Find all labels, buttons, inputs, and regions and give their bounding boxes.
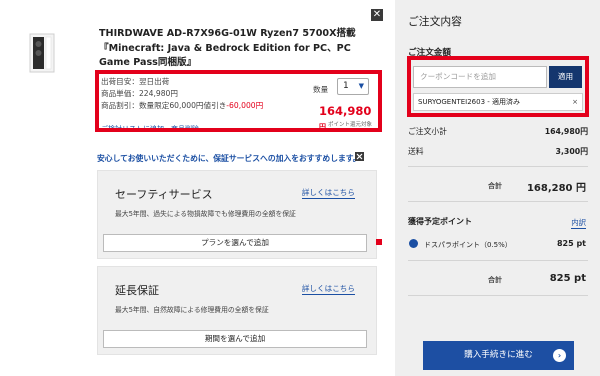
total-value: 168,280 円 bbox=[526, 183, 586, 194]
price-highlight-box: 出荷目安：翌日出荷 商品単価：224,980円 商品割引：数量限定60,000円… bbox=[95, 70, 382, 132]
chevron-down-icon: ▼ bbox=[358, 82, 364, 90]
points-breakdown-link[interactable]: 内訳 bbox=[571, 217, 586, 229]
safety-details-link[interactable]: 詳しくはこちら bbox=[301, 187, 355, 199]
subtotal-row: ご注文小計 164,980円 bbox=[408, 126, 588, 137]
checkout-modal: ✕ THIRDWAVE AD-R7X96G-01W Ryzen7 5700X搭載… bbox=[0, 0, 600, 376]
discount-line: 商品割引：数量限定60,000円値引き-60,000円 bbox=[101, 100, 263, 112]
chevron-right-icon: › bbox=[553, 349, 566, 362]
remove-coupon-icon[interactable]: × bbox=[572, 94, 578, 110]
unit-price: 商品単価：224,980円 bbox=[101, 89, 178, 98]
product-title: THIRDWAVE AD-R7X96G-01W Ryzen7 5700X搭載『M… bbox=[99, 28, 356, 68]
select-period-button[interactable]: 期間を選んで追加 bbox=[103, 330, 367, 348]
select-plan-button[interactable]: プランを選んで追加 bbox=[103, 234, 367, 252]
subtotal-value: 164,980円 bbox=[544, 127, 588, 136]
divider bbox=[408, 166, 588, 167]
apply-coupon-button[interactable]: 適用 bbox=[549, 66, 582, 88]
order-heading: ご注文内容 bbox=[408, 15, 462, 28]
points-total-value: 825 pt bbox=[549, 273, 586, 284]
safety-service-title: セーフティサービス bbox=[115, 188, 213, 201]
discount-value: -60,000円 bbox=[226, 101, 264, 110]
shipping-row: 送料 3,300円 bbox=[408, 146, 588, 157]
shipping-value: 3,300円 bbox=[555, 147, 588, 156]
price-unit: 円 bbox=[319, 123, 326, 131]
close-icon[interactable] bbox=[355, 152, 364, 161]
dospara-point-icon bbox=[409, 239, 418, 248]
red-marker bbox=[376, 239, 382, 245]
dospara-point-value: 825 pt bbox=[556, 239, 586, 248]
close-icon[interactable]: ✕ bbox=[371, 9, 383, 21]
divider bbox=[408, 295, 588, 296]
subtotal-label: ご注文小計 bbox=[408, 127, 447, 136]
warranty-title: 延長保証 bbox=[115, 284, 159, 297]
applied-coupon-code: SURYOGENTEI2603 - 適用済み bbox=[418, 98, 521, 106]
coupon-highlight-box: クーポンコードを追加 適用 SURYOGENTEI2603 - 適用済み × bbox=[407, 56, 589, 117]
cart-actions-link[interactable]: ご検討リストに追加 商品削除 bbox=[101, 124, 199, 128]
extended-warranty-card: 延長保証 詳しくはこちら 最大5年間、自然故障による修理費用の全額を保証 期間を… bbox=[97, 266, 377, 355]
safety-service-card: セーフティサービス 詳しくはこちら 最大5年間、過失による物損故障でも修理費用の… bbox=[97, 170, 377, 259]
points-total-label: 合計 bbox=[488, 276, 502, 284]
quantity-select[interactable]: 1 ▼ bbox=[337, 78, 369, 95]
shipping-label: 送料 bbox=[408, 147, 424, 156]
warranty-recommendation: 安心してお使いいただくために、保証サービスへの加入をおすすめします。 bbox=[97, 154, 361, 163]
divider bbox=[408, 260, 588, 261]
discount-label: 商品割引：数量限定60,000円値引き bbox=[101, 101, 227, 110]
warranty-desc: 最大5年間、自然故障による修理費用の全額を保証 bbox=[115, 306, 269, 314]
product-info: 出荷目安：翌日出荷 商品単価：224,980円 商品割引：数量限定60,000円… bbox=[101, 76, 263, 112]
warranty-details-link[interactable]: 詳しくはこちら bbox=[301, 283, 355, 295]
points-eligible-note: ポイント還元対象 bbox=[328, 122, 373, 128]
dospara-point-label: ドスパラポイント（0.5%） bbox=[424, 241, 512, 249]
checkout-button[interactable]: 購入手続きに進む › bbox=[423, 341, 574, 370]
quantity-value: 1 bbox=[343, 81, 349, 91]
pc-tower-image bbox=[29, 33, 55, 73]
total-label: 合計 bbox=[488, 182, 502, 190]
order-summary-panel: ご注文内容 ご注文金額 クーポンコードを追加 適用 SURYOGENTEI260… bbox=[395, 0, 600, 376]
divider bbox=[408, 201, 588, 202]
coupon-input[interactable]: クーポンコードを追加 bbox=[413, 66, 547, 88]
applied-coupon-tag: SURYOGENTEI2603 - 適用済み × bbox=[413, 93, 583, 111]
safety-service-desc: 最大5年間、過失による物損故障でも修理費用の全額を保証 bbox=[115, 210, 296, 218]
price-amount: 164,980 bbox=[319, 104, 372, 118]
ship-estimate: 出荷目安：翌日出荷 bbox=[101, 77, 170, 86]
cart-detail-panel: ✕ THIRDWAVE AD-R7X96G-01W Ryzen7 5700X搭載… bbox=[0, 0, 390, 376]
quantity-label: 数量 bbox=[313, 85, 329, 94]
checkout-label: 購入手続きに進む bbox=[464, 350, 533, 360]
points-heading: 獲得予定ポイント bbox=[408, 217, 472, 226]
